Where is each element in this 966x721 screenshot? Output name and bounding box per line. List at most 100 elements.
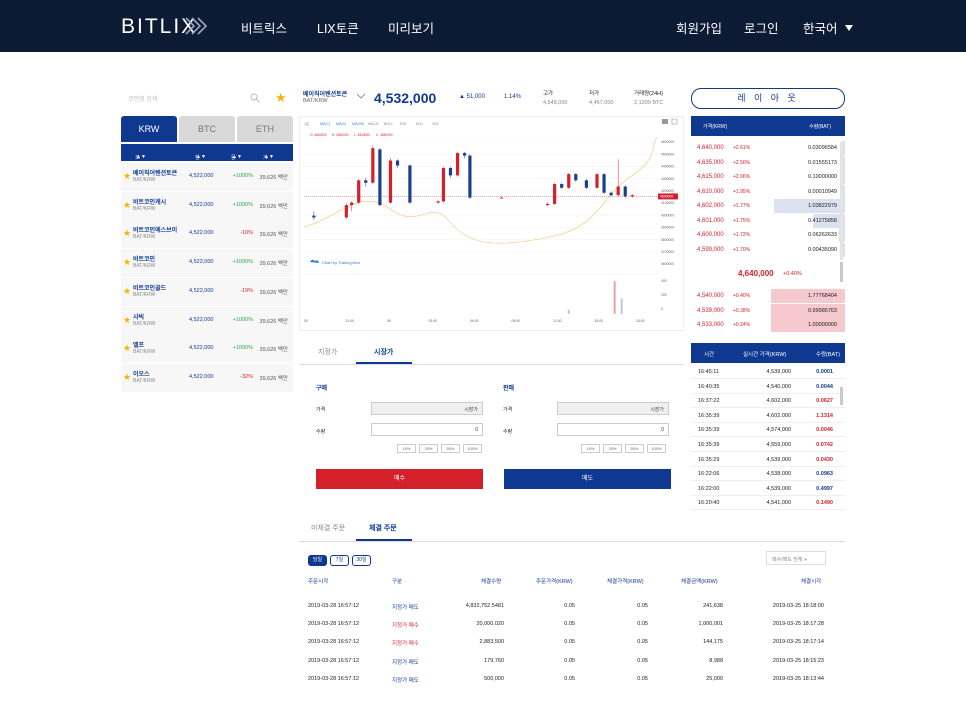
tab-market[interactable]: 시장가 xyxy=(374,347,393,357)
buy-pct-button[interactable]: 50% xyxy=(441,444,460,453)
candle[interactable] xyxy=(545,203,550,206)
favorites-star-icon[interactable]: ★ xyxy=(275,91,287,104)
sell-pct-button[interactable]: 10% xyxy=(581,444,600,453)
buy-button[interactable]: 매수 xyxy=(316,469,483,489)
coin-search[interactable]: 코인명 검색 ★ xyxy=(121,88,293,110)
candle[interactable] xyxy=(371,148,375,183)
tab-btc[interactable]: BTC xyxy=(179,116,235,142)
chart-toolbar-item[interactable]: 1분 xyxy=(304,121,310,126)
candle[interactable] xyxy=(553,184,557,204)
tradingview-attribution[interactable]: Chart by TradingView xyxy=(322,260,360,265)
search-input[interactable]: 코인명 검색 xyxy=(128,94,157,103)
favorite-star-icon[interactable]: ★ xyxy=(123,372,131,383)
buy-price-input[interactable]: 시장가 xyxy=(371,402,483,415)
favorite-star-icon[interactable]: ★ xyxy=(123,343,131,354)
ask-row[interactable]: 4,601,000 +1.75% 0.41275858 xyxy=(691,213,845,228)
candle[interactable] xyxy=(395,160,400,166)
candle[interactable] xyxy=(595,174,599,188)
sell-price-input[interactable]: 시장가 xyxy=(557,402,669,415)
sell-pct-button[interactable]: 25% xyxy=(603,444,622,453)
search-icon[interactable] xyxy=(250,93,260,103)
candle[interactable] xyxy=(584,180,588,188)
chart-toolbar-item[interactable]: KDJ xyxy=(416,122,423,126)
market-row[interactable]: ★ 비트코인캐시 BAT/KRW 4,522,000 +1000% 39,626 백만 xyxy=(121,191,293,220)
chart-toolbar-item[interactable]: RSI xyxy=(400,122,406,126)
candle[interactable] xyxy=(455,153,460,176)
bid-row[interactable]: 4,539,000 +0.38% 0.99985763 xyxy=(691,303,845,318)
tab-eth[interactable]: ETH xyxy=(237,116,293,142)
buy-pct-button[interactable]: 25% xyxy=(419,444,438,453)
layout-button[interactable]: 레 이 아 웃 xyxy=(691,88,845,109)
price-chart[interactable]: 1분 MA(7) MA(9) MA(99) MACD BOLL RSI KDJ VOL O: 45… xyxy=(299,116,684,331)
tab-open-orders[interactable]: 미체결 주문 xyxy=(311,523,345,533)
favorite-star-icon[interactable]: ★ xyxy=(123,257,131,268)
market-row[interactable]: ★ 샤빅 BAT/KRW 4,522,000 +1000% 39,626 백만 xyxy=(121,306,293,335)
candle[interactable] xyxy=(448,167,453,176)
favorite-star-icon[interactable]: ★ xyxy=(123,228,131,239)
candle[interactable] xyxy=(378,149,382,206)
candle[interactable] xyxy=(567,174,571,188)
orderbook-scrollbar-thumb[interactable] xyxy=(840,262,843,282)
signup-link[interactable]: 회원가입 xyxy=(676,18,722,37)
tab-limit[interactable]: 지정가 xyxy=(318,347,337,357)
market-row[interactable]: ★ 엘프 BAT/KRW 4,522,000 +1000% 39,626 백만 xyxy=(121,335,293,364)
fullscreen-icon[interactable] xyxy=(671,118,678,125)
candle[interactable] xyxy=(574,174,578,181)
candle[interactable] xyxy=(602,174,606,193)
favorite-star-icon[interactable]: ★ xyxy=(123,200,131,211)
language-select[interactable]: 한국어 xyxy=(803,18,853,37)
candle[interactable] xyxy=(312,215,316,218)
candle[interactable] xyxy=(616,186,620,196)
market-row[interactable]: ★ 비트코인골드 BAT/KRW 4,522,000 -19% 39,626 백만 xyxy=(121,277,293,306)
ask-row[interactable]: 4,599,000 +1.70% 0.00435090 xyxy=(691,242,845,257)
bid-row[interactable]: 4,533,000 +0.24% 1.00000000 xyxy=(691,318,845,332)
candle[interactable] xyxy=(500,197,504,199)
candle[interactable] xyxy=(436,201,440,203)
market-row[interactable]: ★ 이오스 BAT/KRW 4,522,000 -32% 39,626 백만 xyxy=(121,363,293,392)
chart-toolbar-item[interactable]: BOLL xyxy=(384,122,393,126)
range-today-button[interactable]: 당일 xyxy=(308,555,327,566)
candle[interactable] xyxy=(408,165,412,203)
candle[interactable] xyxy=(468,155,472,198)
tab-filled-orders[interactable]: 체결 주문 xyxy=(369,523,397,533)
sell-pct-button[interactable]: 50% xyxy=(625,444,644,453)
ask-row[interactable]: 4,600,000 +1.72% 0.06262633 xyxy=(691,228,845,242)
sell-button[interactable]: 매도 xyxy=(504,469,671,489)
market-row[interactable]: ★ 비트코인 BAT/KRW 4,522,000 +1000% 39,626 백만 xyxy=(121,249,293,278)
range-30d-button[interactable]: 30일 xyxy=(352,555,371,566)
nav-bitlix[interactable]: 비트릭스 xyxy=(241,18,287,37)
chart-toolbar-item[interactable]: MA(99) xyxy=(352,122,364,126)
coin-name[interactable]: 베이직어텐션토큰 xyxy=(303,89,347,98)
chart-toolbar-item[interactable]: VOL xyxy=(432,122,439,126)
sell-qty-input[interactable]: 0 xyxy=(557,423,669,436)
buy-pct-button[interactable]: 100% xyxy=(463,444,482,453)
trades-scrollbar-thumb[interactable] xyxy=(840,387,843,405)
nav-preview[interactable]: 미리보기 xyxy=(388,18,434,37)
candle[interactable] xyxy=(357,180,361,203)
range-7d-button[interactable]: 7일 xyxy=(330,555,349,566)
ask-row[interactable]: 4,635,000 +2.50% 0.01555173 xyxy=(691,155,845,170)
chart-toolbar-item[interactable]: MACD xyxy=(368,122,379,126)
favorite-star-icon[interactable]: ★ xyxy=(123,286,131,297)
candle[interactable] xyxy=(609,192,613,196)
candle[interactable] xyxy=(623,186,627,197)
side-filter-select[interactable]: 매수/매도 전체 ▼ xyxy=(766,551,826,565)
sell-pct-button[interactable]: 100% xyxy=(647,444,666,453)
login-link[interactable]: 로그인 xyxy=(744,18,779,37)
favorite-star-icon[interactable]: ★ xyxy=(123,315,131,326)
tab-krw[interactable]: KRW xyxy=(121,116,177,142)
bid-row[interactable]: 4,540,000 +0.40% 1.77768404 xyxy=(691,289,845,303)
buy-pct-button[interactable]: 10% xyxy=(397,444,416,453)
candle[interactable] xyxy=(560,184,564,188)
market-row[interactable]: ★ 비트코인에스브이 BAT/KRW 4,522,000 -10% 39,626 백만 xyxy=(121,220,293,249)
market-row[interactable]: ★ 베이직어텐션토큰 BAT/KRW 4,522,000 +1000% 39,626 백만 xyxy=(121,163,293,191)
ask-row[interactable]: 4,602,000 +1.77% 1.03822979 xyxy=(691,199,845,213)
candle[interactable] xyxy=(350,202,354,206)
ask-row[interactable]: 4,640,000 +2.61% 0.03096584 xyxy=(691,141,845,155)
chart-toolbar-item[interactable]: MA(9) xyxy=(336,122,346,126)
chevron-down-icon[interactable] xyxy=(356,92,366,100)
chart-toolbar-item[interactable]: MA(7) xyxy=(320,122,330,126)
buy-qty-input[interactable]: 0 xyxy=(371,423,483,436)
camera-icon[interactable] xyxy=(662,119,668,124)
candlestick-chart[interactable]: 1분 MA(7) MA(9) MA(99) MACD BOLL RSI KDJ VOL O: 45… xyxy=(300,117,685,332)
